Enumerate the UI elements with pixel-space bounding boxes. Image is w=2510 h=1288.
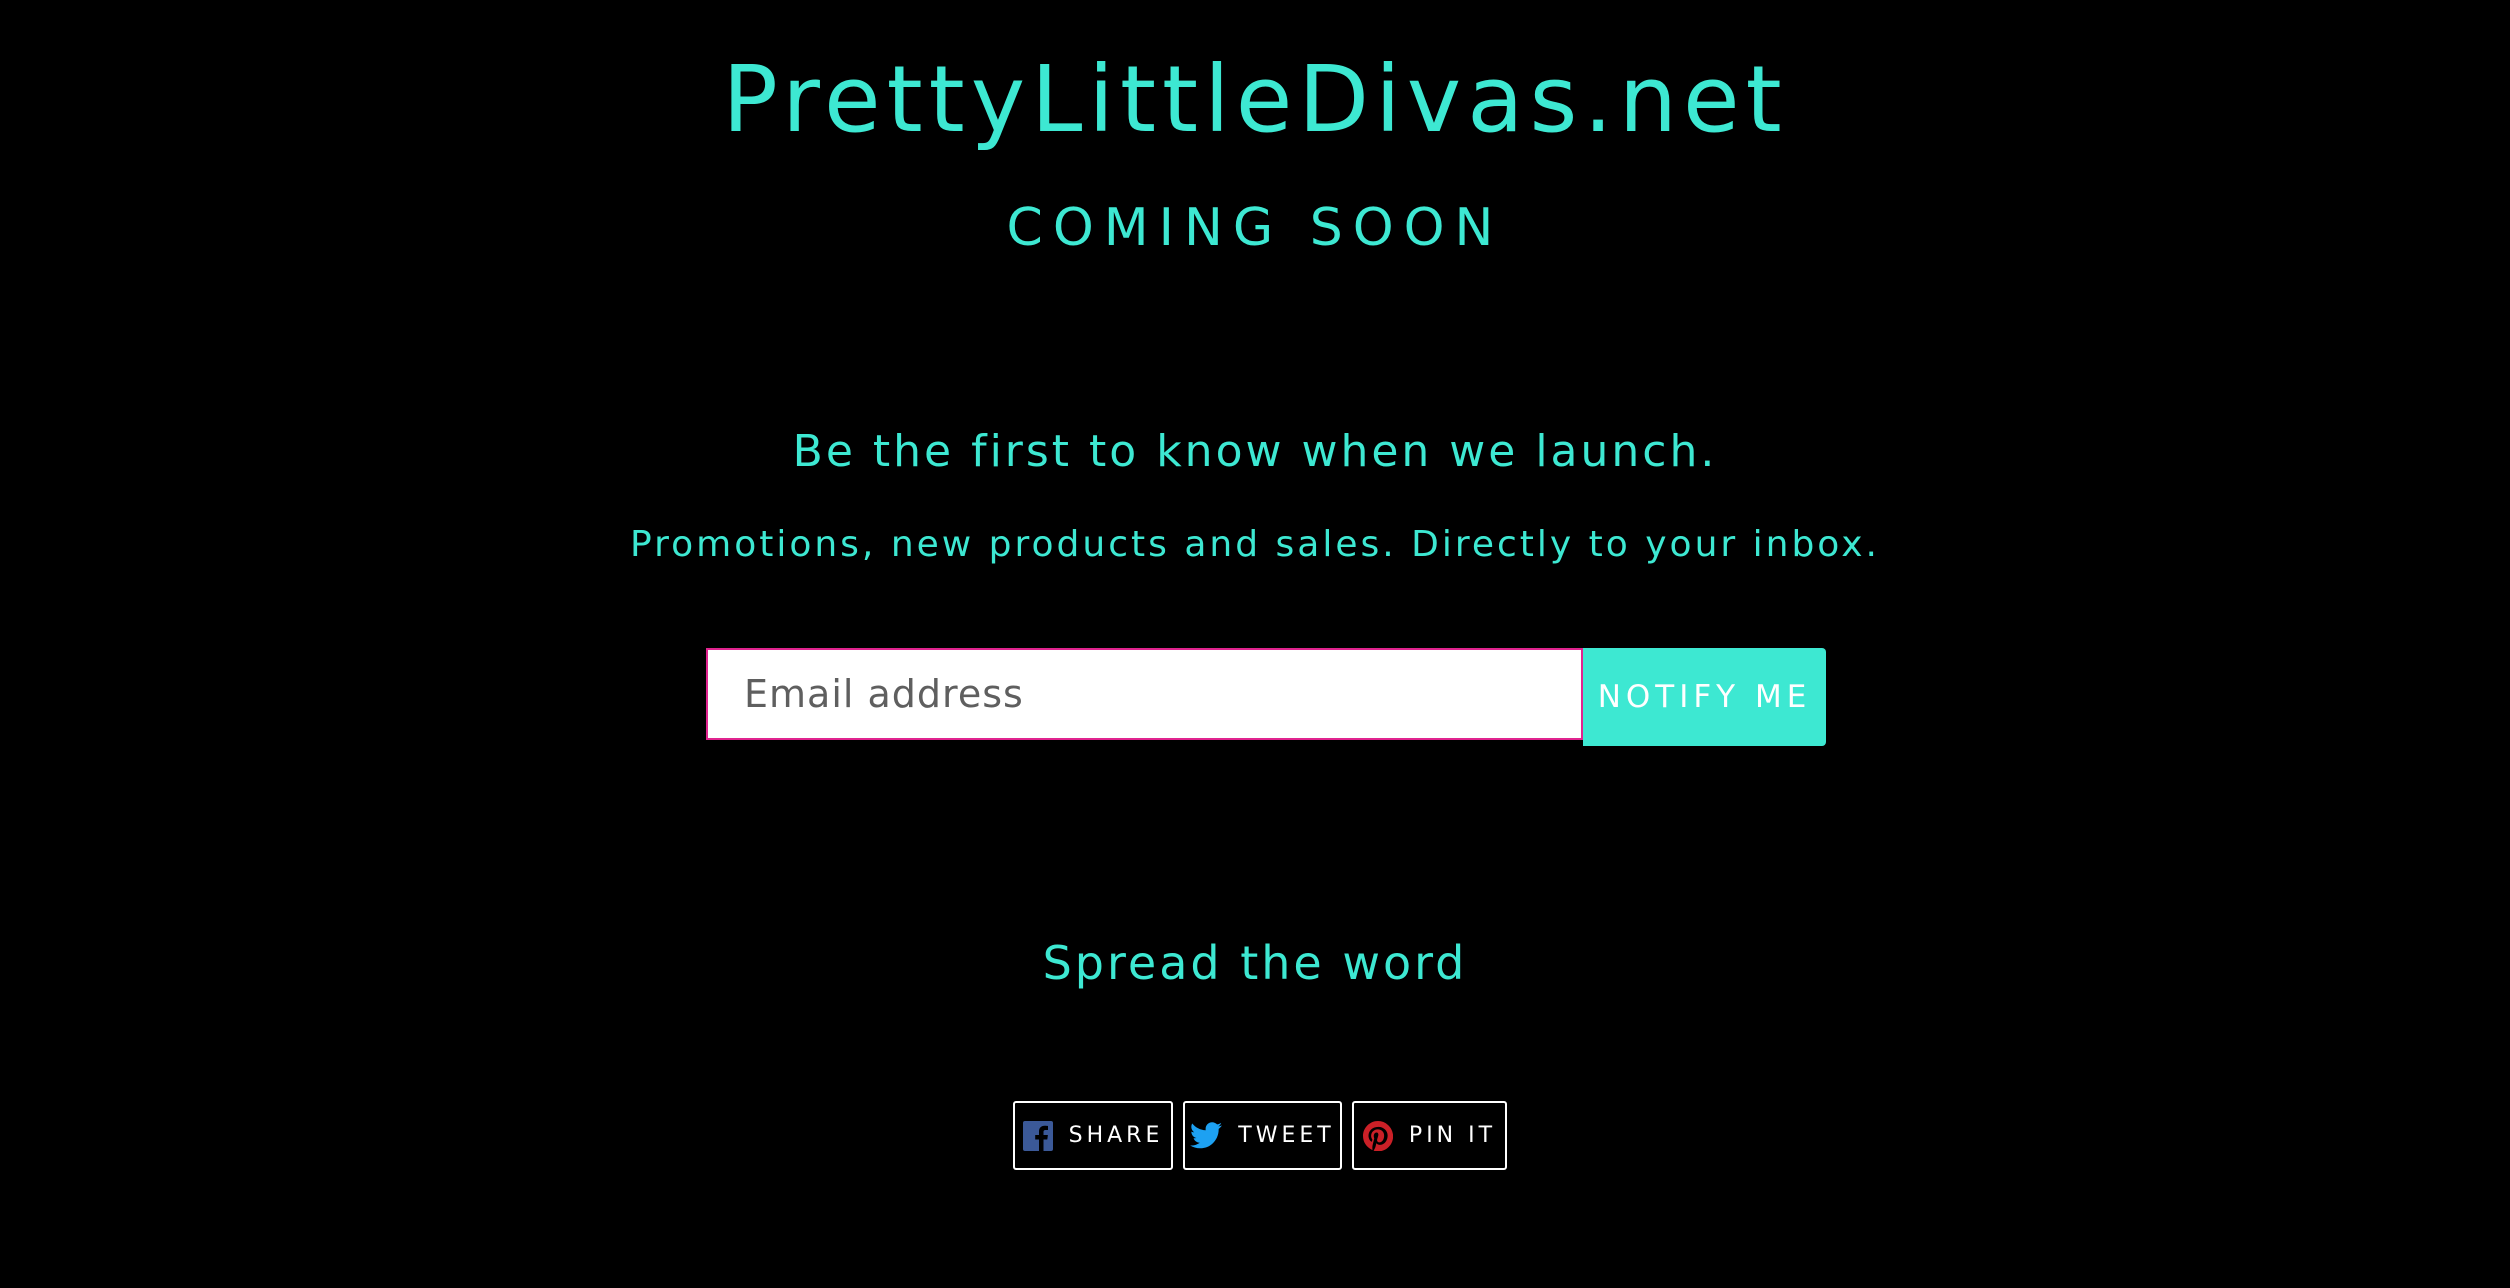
site-title: PrettyLittleDivas.net [722, 46, 1788, 153]
facebook-share-button[interactable]: SHARE [1013, 1101, 1173, 1170]
newsletter-signup-form: NOTIFY ME [706, 648, 1826, 746]
twitter-tweet-label: TWEET [1238, 1123, 1335, 1148]
signup-headline: Be the first to know when we launch. [792, 426, 1718, 477]
email-input[interactable] [706, 648, 1583, 740]
signup-description: Promotions, new products and sales. Dire… [630, 524, 1880, 565]
pinterest-pin-label: PIN IT [1408, 1123, 1497, 1148]
twitter-icon [1190, 1122, 1223, 1149]
facebook-share-label: SHARE [1068, 1123, 1164, 1148]
coming-soon-page: PrettyLittleDivas.net COMING SOON Be the… [0, 0, 2510, 1288]
pinterest-pin-button[interactable]: PIN IT [1352, 1101, 1507, 1170]
pinterest-icon [1362, 1120, 1393, 1151]
facebook-icon [1022, 1120, 1053, 1151]
notify-me-button[interactable]: NOTIFY ME [1583, 648, 1826, 746]
spread-the-word-heading: Spread the word [1042, 936, 1468, 990]
coming-soon-label: COMING SOON [1006, 198, 1504, 258]
twitter-tweet-button[interactable]: TWEET [1183, 1101, 1342, 1170]
